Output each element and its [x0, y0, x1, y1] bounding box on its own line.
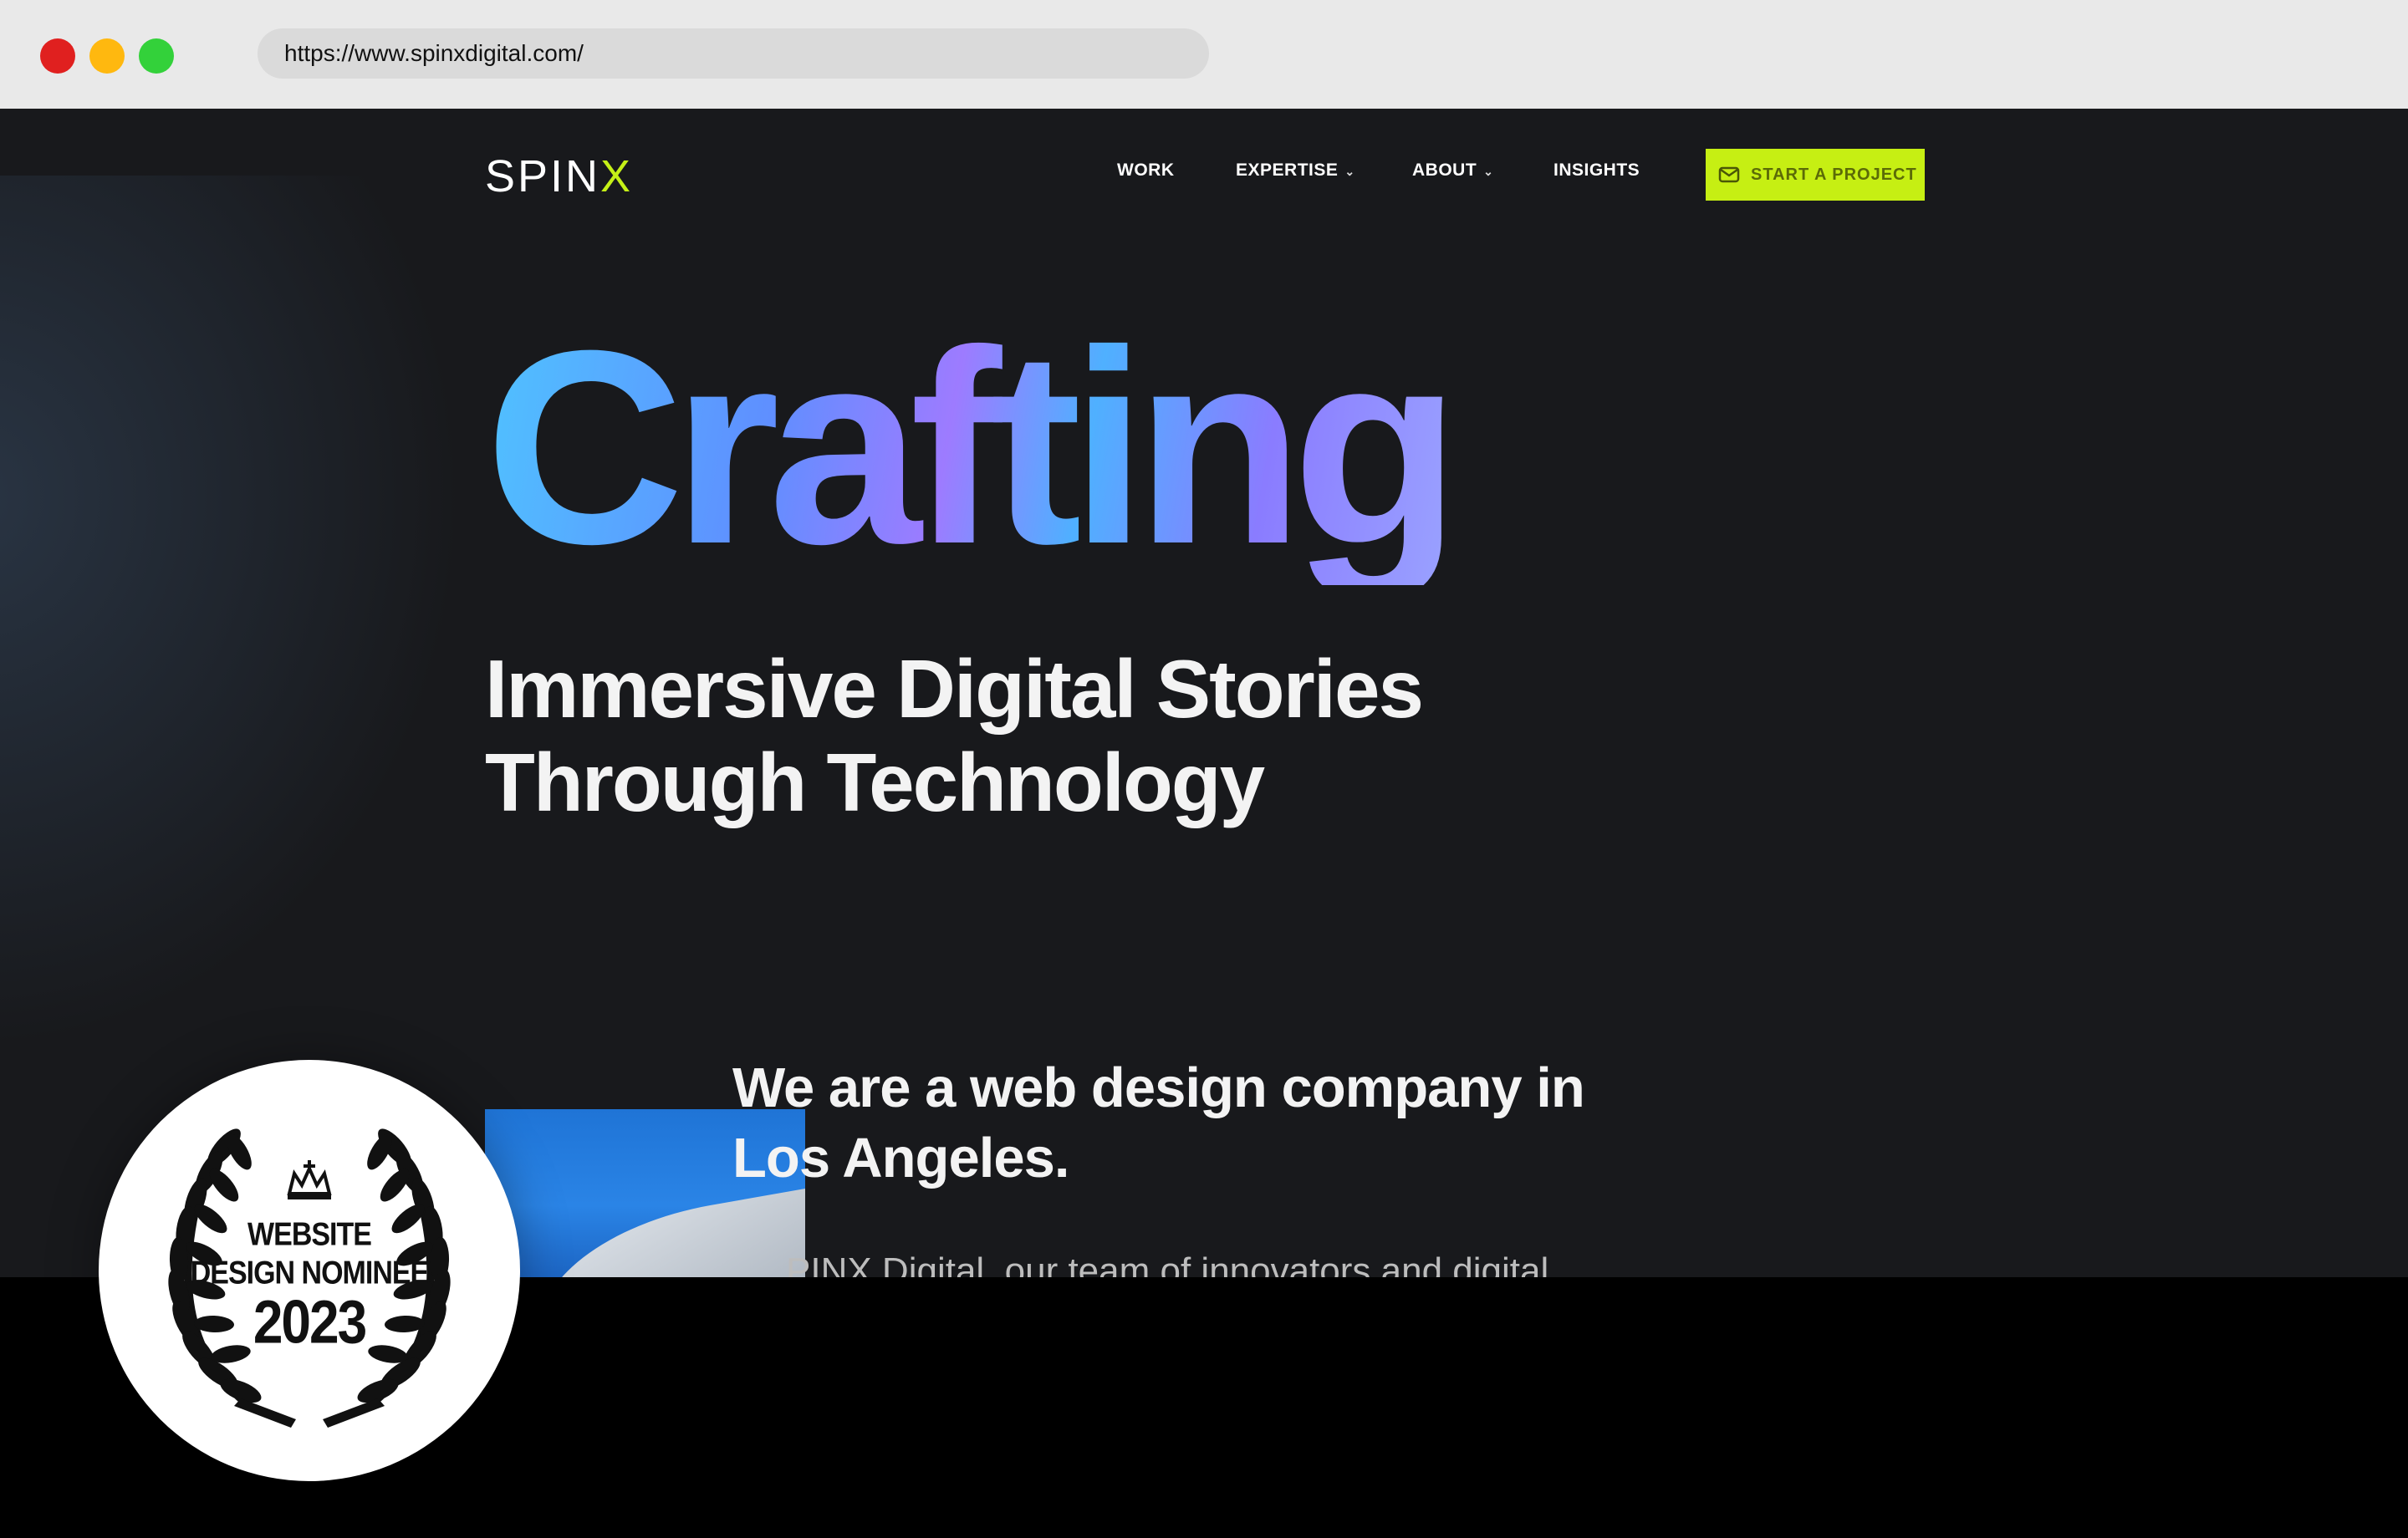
nav-insights[interactable]: INSIGHTS — [1553, 160, 1640, 181]
spinx-logo[interactable]: SPINX — [485, 150, 633, 202]
hero-subheadline-line2: Through Technology — [485, 736, 1265, 828]
intro-title-line2: Los Angeles. — [732, 1127, 1069, 1189]
hero-subheadline: Immersive Digital Stories Through Techno… — [485, 642, 1424, 829]
logo-main-text: SPIN — [485, 151, 601, 201]
intro-title: We are a web design company in Los Angel… — [732, 1053, 1585, 1194]
close-window-button[interactable] — [40, 38, 75, 74]
building-shape — [523, 1183, 805, 1277]
minimize-window-button[interactable] — [89, 38, 125, 74]
nav-expertise[interactable]: EXPERTISE ⌄ — [1236, 160, 1355, 181]
logo-accent-text: X — [600, 151, 634, 201]
chevron-down-icon: ⌄ — [1344, 165, 1355, 178]
nav-work-label: WORK — [1117, 160, 1175, 180]
chevron-down-icon: ⌄ — [1483, 165, 1494, 178]
hero-headline: Crafting — [485, 293, 1461, 601]
url-text: https://www.spinxdigital.com/ — [284, 40, 584, 66]
nav-insights-label: INSIGHTS — [1553, 160, 1640, 180]
nav-expertise-label: EXPERTISE — [1236, 160, 1339, 180]
badge-line1: WEBSITE — [247, 1216, 372, 1253]
nav-about[interactable]: ABOUT ⌄ — [1412, 160, 1493, 181]
start-project-button[interactable]: START A PROJECT — [1706, 149, 1925, 201]
background-glow — [0, 176, 502, 1095]
crown-icon — [287, 1160, 332, 1199]
start-project-label: START A PROJECT — [1751, 165, 1917, 184]
badge-year: 2023 — [253, 1286, 367, 1357]
nav-about-label: ABOUT — [1412, 160, 1477, 180]
nav-work[interactable]: WORK — [1117, 160, 1175, 181]
intro-title-line1: We are a web design company in — [732, 1057, 1585, 1119]
address-bar[interactable]: https://www.spinxdigital.com/ — [258, 28, 1209, 79]
mail-icon — [1717, 163, 1741, 186]
intro-body-text: PINX Digital, our team of innovators and… — [786, 1250, 1549, 1277]
award-badge: WEBSITE DESIGN NOMINEE 2023 — [99, 1060, 520, 1481]
browser-chrome: https://www.spinxdigital.com/ — [0, 0, 2408, 109]
maximize-window-button[interactable] — [139, 38, 174, 74]
hero-subheadline-line1: Immersive Digital Stories — [485, 643, 1424, 735]
